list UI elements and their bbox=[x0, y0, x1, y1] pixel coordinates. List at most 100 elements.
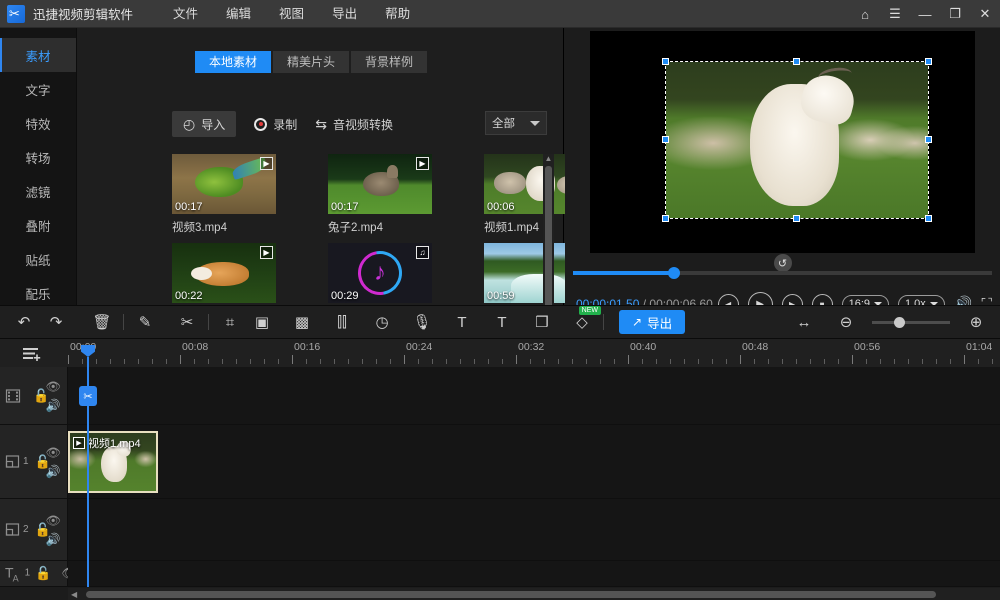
track-lock-icon[interactable]: 🔓 bbox=[35, 565, 51, 581]
ruler-minor-tick bbox=[992, 359, 993, 364]
video-stage[interactable] bbox=[590, 31, 975, 253]
track-body[interactable] bbox=[68, 499, 1000, 560]
ruler-minor-tick bbox=[866, 359, 867, 364]
add-track-icon[interactable] bbox=[22, 346, 44, 362]
playhead-split-icon[interactable]: ✂ bbox=[79, 386, 97, 406]
track-mute-icon[interactable]: 🔊 bbox=[46, 532, 61, 546]
track-mute-icon[interactable]: 🔊 bbox=[46, 398, 61, 412]
resize-handle-s[interactable] bbox=[793, 215, 800, 222]
picture-in-picture-icon[interactable]: ❒ bbox=[531, 311, 553, 333]
zoom-slider[interactable] bbox=[872, 316, 950, 328]
track-visibility-icon[interactable]: 👁 bbox=[46, 379, 61, 393]
home-icon[interactable]: ⌂ bbox=[850, 0, 880, 28]
rotate-handle-icon[interactable]: ↺ bbox=[773, 254, 792, 272]
resize-handle-ne[interactable] bbox=[925, 58, 932, 65]
timeline-ruler[interactable]: 00:00 00:08 00:16 00:24 00:32 00:40 00:4… bbox=[68, 339, 1000, 367]
audio-wave-icon[interactable]: ⫿⫿ bbox=[331, 311, 353, 333]
track-body[interactable] bbox=[68, 561, 1000, 586]
watermark-tag-icon[interactable]: ◇ NEW bbox=[571, 306, 601, 333]
resize-handle-w[interactable] bbox=[662, 136, 669, 143]
media-thumbnail[interactable]: ▶ 00:17 bbox=[172, 154, 276, 214]
zoom-out-icon[interactable]: ⊖ bbox=[835, 311, 857, 333]
track-toggles: 👁 🔊 bbox=[46, 513, 61, 546]
resize-handle-n[interactable] bbox=[793, 58, 800, 65]
media-item[interactable]: ♪ ♫ 00:29 bbox=[328, 243, 432, 303]
redo-icon[interactable]: ↷ bbox=[45, 311, 67, 333]
sidebar-item-effects[interactable]: 特效 bbox=[0, 106, 76, 140]
speed-clock-icon[interactable]: ◷ bbox=[371, 311, 393, 333]
playhead[interactable]: ✂ bbox=[79, 345, 97, 587]
undo-icon[interactable]: ↶ bbox=[13, 311, 35, 333]
scrollbar-thumb[interactable] bbox=[545, 166, 552, 314]
fit-to-window-icon[interactable]: ↔ bbox=[793, 311, 815, 333]
speech-to-text-icon[interactable]: T bbox=[491, 311, 513, 333]
media-thumbnail[interactable]: ▶ 00:17 bbox=[328, 154, 432, 214]
sidebar-item-stickers[interactable]: 贴纸 bbox=[0, 242, 76, 276]
timeline-clip[interactable]: ▶ 视频1.mp4 bbox=[68, 431, 158, 493]
sidebar-item-material[interactable]: 素材 bbox=[0, 38, 76, 72]
convert-button[interactable]: ⇆ 音视频转换 bbox=[315, 116, 393, 133]
tab-background-samples[interactable]: 背景样例 bbox=[351, 51, 428, 73]
media-filter-select[interactable]: 全部 bbox=[485, 111, 547, 135]
sidebar-item-filters[interactable]: 滤镜 bbox=[0, 174, 76, 208]
track-main-video[interactable]: 🔓 👁 🔊 bbox=[0, 367, 1000, 425]
tab-local-material[interactable]: 本地素材 bbox=[195, 51, 272, 73]
menu-file[interactable]: 文件 bbox=[159, 0, 212, 28]
media-item[interactable]: ▶ 00:17 兔子2.mp4 bbox=[328, 154, 432, 235]
menu-edit[interactable]: 编辑 bbox=[212, 0, 265, 28]
delete-icon[interactable]: 🗑 bbox=[91, 311, 113, 333]
new-badge: NEW bbox=[578, 306, 601, 315]
maximize-icon[interactable]: ❐ bbox=[940, 0, 970, 28]
timeline-scrollbar[interactable]: ◀ bbox=[68, 588, 1000, 600]
crop-icon[interactable]: ⌗ bbox=[219, 311, 241, 333]
edit-icon[interactable]: ✎ bbox=[134, 311, 156, 333]
ruler-minor-tick bbox=[502, 359, 503, 364]
track-body[interactable] bbox=[68, 367, 1000, 424]
cut-icon[interactable]: ✂ bbox=[176, 311, 198, 333]
microphone-icon[interactable]: 🎙 bbox=[411, 311, 433, 333]
scrollbar-thumb[interactable] bbox=[86, 590, 937, 598]
selection-frame[interactable] bbox=[662, 58, 932, 222]
media-thumbnail[interactable]: ♪ ♫ 00:29 bbox=[328, 243, 432, 303]
track-visibility-icon[interactable]: 👁 bbox=[46, 445, 61, 459]
tab-intro-templates[interactable]: 精美片头 bbox=[273, 51, 350, 73]
media-filename: 兔子2.mp4 bbox=[328, 222, 383, 234]
menu-view[interactable]: 视图 bbox=[265, 0, 318, 28]
zoom-in-icon[interactable]: ⊕ bbox=[965, 311, 987, 333]
resize-handle-nw[interactable] bbox=[662, 58, 669, 65]
scroll-up-icon[interactable]: ▲ bbox=[545, 154, 553, 164]
track-text-1[interactable]: TA 1 🔓 👁 bbox=[0, 561, 1000, 587]
media-duration: 00:59 bbox=[487, 290, 515, 302]
record-button[interactable]: 录制 bbox=[254, 116, 297, 133]
track-pip-2[interactable]: 2 🔓 👁 🔊 bbox=[0, 499, 1000, 561]
resize-handle-se[interactable] bbox=[925, 215, 932, 222]
media-item[interactable]: ▶ 00:17 视频3.mp4 bbox=[172, 154, 276, 235]
media-item[interactable]: ▶ 00:22 bbox=[172, 243, 276, 303]
close-icon[interactable]: ✕ bbox=[970, 0, 1000, 28]
ruler-minor-tick bbox=[96, 359, 97, 364]
seekbar-knob[interactable] bbox=[667, 267, 680, 279]
sidebar-item-transitions[interactable]: 转场 bbox=[0, 140, 76, 174]
sidebar-item-overlay[interactable]: 叠附 bbox=[0, 208, 76, 242]
menu-export[interactable]: 导出 bbox=[318, 0, 371, 28]
export-button[interactable]: ↗ 导出 bbox=[619, 310, 686, 334]
text-to-speech-icon[interactable]: T bbox=[451, 311, 473, 333]
zoom-slider-knob[interactable] bbox=[893, 316, 905, 328]
mosaic-icon[interactable]: ▩ bbox=[291, 311, 313, 333]
sidebar-item-text[interactable]: 文字 bbox=[0, 72, 76, 106]
minimize-icon[interactable]: — bbox=[910, 0, 940, 28]
canvas-icon[interactable]: ▣ bbox=[251, 311, 273, 333]
track-pip-1[interactable]: 1 🔓 👁 🔊 ▶ 视频1.mp4 bbox=[0, 425, 1000, 499]
media-thumbnail[interactable]: ▶ 00:22 bbox=[172, 243, 276, 303]
preview-seekbar[interactable] bbox=[573, 267, 992, 279]
media-scrollbar[interactable]: ▲ ▼ bbox=[543, 154, 554, 326]
hamburger-menu-icon[interactable]: ☰ bbox=[880, 0, 910, 28]
import-button[interactable]: ◴ 导入 bbox=[172, 111, 237, 137]
resize-handle-e[interactable] bbox=[925, 136, 932, 143]
scroll-left-icon[interactable]: ◀ bbox=[68, 590, 80, 599]
menu-help[interactable]: 帮助 bbox=[371, 0, 424, 28]
track-mute-icon[interactable]: 🔊 bbox=[46, 464, 61, 478]
track-body[interactable]: ▶ 视频1.mp4 bbox=[68, 425, 1000, 498]
track-visibility-icon[interactable]: 👁 bbox=[46, 513, 61, 527]
resize-handle-sw[interactable] bbox=[662, 215, 669, 222]
